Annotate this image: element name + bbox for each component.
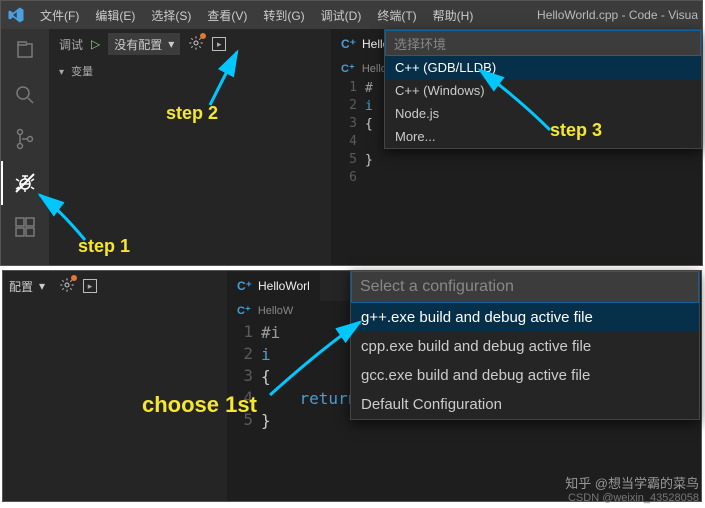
environment-picker: 选择环境 C++ (GDB/LLDB) C++ (Windows) Node.j… [384,29,702,149]
activity-extensions[interactable] [1,205,49,249]
chevron-down-icon: ▾ [168,37,174,51]
activity-search[interactable] [1,73,49,117]
watermark-zhihu: 知乎 @想当学霸的菜鸟 [565,476,699,491]
chevron-down-icon: ▾ [59,67,64,78]
window-title: HelloWorld.cpp - Code - Visua [537,8,698,22]
config-option-default[interactable]: Default Configuration [351,390,699,419]
debug-label: 调试 [59,36,83,53]
debug-sidebar-2: 配置 ▾ ▸ [3,271,227,501]
watermark: 知乎 @想当学霸的菜鸟 CSDN @weixin_43528058 [565,473,699,504]
debug-config-combo[interactable]: 没有配置 ▾ [108,33,180,55]
breadcrumb-label-2: HelloW [258,305,293,317]
titlebar: 文件(F) 编辑(E) 选择(S) 查看(V) 转到(G) 调试(D) 终端(T… [1,1,702,29]
cpp-file-icon: C⁺ [341,63,355,75]
configuration-picker-placeholder: Select a configuration [360,278,514,296]
activity-explorer[interactable] [1,29,49,73]
start-debug-button[interactable]: ▷ [91,37,100,51]
environment-picker-placeholder: 选择环境 [394,34,446,53]
chevron-down-icon: ▾ [39,279,45,293]
menu-goto[interactable]: 转到(G) [256,5,311,26]
editor-tab-2[interactable]: C⁺ HelloWorl [227,271,320,301]
watermark-csdn: CSDN @weixin_43528058 [565,492,699,504]
variables-section-header[interactable]: ▾ 变量 [49,59,331,83]
variables-label: 变量 [71,66,93,78]
env-option-nodejs[interactable]: Node.js [385,102,701,125]
line-gutter-2: 12345 [227,320,261,501]
vscode-logo-icon [7,6,25,24]
menu-view[interactable]: 查看(V) [200,5,254,26]
menu-terminal[interactable]: 终端(T) [370,5,423,26]
line-gutter: 123456 [331,78,365,265]
config-option-gpp[interactable]: g++.exe build and debug active file [351,303,699,332]
menu-debug[interactable]: 调试(D) [314,5,369,26]
open-launch-json-button[interactable] [188,35,204,54]
config-option-gcc[interactable]: gcc.exe build and debug active file [351,361,699,390]
configuration-picker-input[interactable]: Select a configuration [351,271,699,303]
debug-config-text-2: 配置 [9,278,33,295]
debug-toolbar-2: 配置 ▾ ▸ [3,271,227,301]
env-option-windows[interactable]: C++ (Windows) [385,79,701,102]
activity-scm[interactable] [1,117,49,161]
cpp-file-icon: C⁺ [341,37,356,51]
debug-toolbar: 调试 ▷ 没有配置 ▾ ▸ [49,29,331,59]
activity-debug[interactable] [1,161,49,205]
open-launch-json-button-2[interactable] [59,277,75,296]
cpp-file-icon: C⁺ [237,279,252,293]
debug-sidebar: 调试 ▷ 没有配置 ▾ ▸ ▾ 变量 [49,29,331,265]
env-option-more[interactable]: More... [385,125,701,148]
debug-config-combo-2[interactable]: 配置 ▾ [9,275,51,297]
configuration-picker: Select a configuration g++.exe build and… [350,270,700,420]
debug-console-button-2[interactable]: ▸ [83,279,97,293]
menu-edit[interactable]: 编辑(E) [88,5,142,26]
menu-help[interactable]: 帮助(H) [426,5,481,26]
tab-label-2: HelloWorl [258,279,310,293]
config-option-cpp[interactable]: cpp.exe build and debug active file [351,332,699,361]
env-option-gdb-lldb[interactable]: C++ (GDB/LLDB) [385,56,701,79]
debug-config-text: 没有配置 [114,36,162,53]
menu-select[interactable]: 选择(S) [144,5,198,26]
activity-bar [1,29,49,265]
cpp-file-icon: C⁺ [237,305,251,317]
menu-file[interactable]: 文件(F) [33,5,86,26]
debug-console-button[interactable]: ▸ [212,37,226,51]
environment-picker-input[interactable]: 选择环境 [385,30,701,56]
